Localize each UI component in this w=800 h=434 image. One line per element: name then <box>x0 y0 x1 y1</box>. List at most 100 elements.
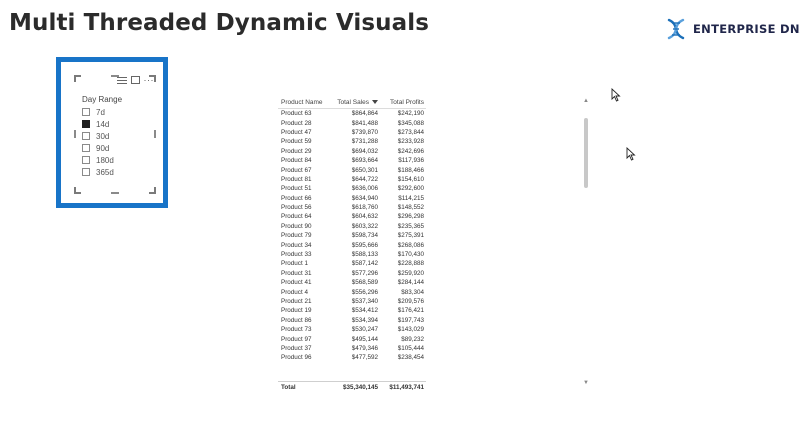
checkbox[interactable] <box>82 108 90 116</box>
total-sales-cell: $495,144 <box>351 335 378 343</box>
product-name-cell: Product 79 <box>281 232 312 240</box>
table-row[interactable]: Product 66 $634,940 $114,215 <box>278 194 426 203</box>
product-name-cell: Product 28 <box>281 119 312 127</box>
scroll-up-icon[interactable]: ▲ <box>583 98 589 104</box>
table-row[interactable]: Product 31 $577,296 $259,920 <box>278 269 426 278</box>
total-sales-cell: $556,296 <box>351 288 378 296</box>
product-name-cell: Product 37 <box>281 344 312 352</box>
more-options-icon[interactable]: ··· <box>144 76 155 85</box>
sales-table-visual[interactable]: Product Name Total Sales Total Profits P… <box>278 96 590 392</box>
total-profits-cell: $345,088 <box>397 119 424 127</box>
slicer-option[interactable]: 90d <box>82 142 114 154</box>
total-sales-cell: $634,940 <box>351 194 378 202</box>
total-profits-cell: $292,600 <box>397 185 424 193</box>
checkbox[interactable] <box>82 168 90 176</box>
total-profits-cell: $259,920 <box>397 269 424 277</box>
resize-handle-top-left[interactable] <box>74 75 81 82</box>
slicer-option[interactable]: 180d <box>82 154 114 166</box>
visual-header: ··· <box>116 76 155 85</box>
checkbox[interactable] <box>82 144 90 152</box>
product-name-cell: Product 90 <box>281 222 312 230</box>
table-row[interactable]: Product 67 $650,301 $188,466 <box>278 165 426 174</box>
table-row[interactable]: Product 19 $534,412 $176,421 <box>278 306 426 315</box>
total-profits-cell: $170,430 <box>397 251 424 259</box>
product-name-cell: Product 64 <box>281 213 312 221</box>
total-sales-cell: $534,394 <box>351 316 378 324</box>
resize-handle-bottom-right[interactable] <box>149 187 156 194</box>
table-row[interactable]: Product 59 $731,288 $233,928 <box>278 137 426 146</box>
dna-helix-icon <box>667 18 685 40</box>
column-header-product-name[interactable]: Product Name <box>278 99 330 106</box>
table-row[interactable]: Product 90 $603,322 $235,365 <box>278 222 426 231</box>
total-sales-cell: $577,296 <box>351 269 378 277</box>
table-row[interactable]: Product 64 $604,632 $296,298 <box>278 212 426 221</box>
table-row[interactable]: Product 33 $588,133 $170,430 <box>278 250 426 259</box>
mouse-pointer-icon <box>611 88 621 102</box>
table-row[interactable]: Product 21 $537,340 $209,576 <box>278 297 426 306</box>
resize-handle-right[interactable] <box>154 130 156 138</box>
table-row[interactable]: Product 73 $530,247 $143,029 <box>278 325 426 334</box>
table-row[interactable]: Product 4 $556,296 $83,304 <box>278 287 426 296</box>
product-name-cell: Product 59 <box>281 138 312 146</box>
slicer-option[interactable]: 30d <box>82 130 114 142</box>
table-row[interactable]: Product 96 $477,592 $238,454 <box>278 353 426 362</box>
table-row[interactable]: Product 1 $587,142 $228,888 <box>278 259 426 268</box>
total-sales-cell: $693,664 <box>351 157 378 165</box>
product-name-cell: Product 97 <box>281 335 312 343</box>
total-profits-cell: $148,552 <box>397 204 424 212</box>
checkbox[interactable] <box>82 156 90 164</box>
scrollbar-thumb[interactable] <box>584 118 588 188</box>
resize-handle-bottom-left[interactable] <box>74 187 81 194</box>
total-profits-cell: $197,743 <box>397 316 424 324</box>
table-row[interactable]: Product 79 $598,734 $275,391 <box>278 231 426 240</box>
focus-mode-icon[interactable] <box>130 76 140 84</box>
total-profits-cell: $143,029 <box>397 326 424 334</box>
product-name-cell: Product 51 <box>281 185 312 193</box>
total-sales-cell: $568,589 <box>351 279 378 287</box>
total-sales-cell: $841,488 <box>351 119 378 127</box>
product-name-cell: Product 34 <box>281 241 312 249</box>
table-row[interactable]: Product 34 $595,666 $268,086 <box>278 240 426 249</box>
table-scrollbar[interactable]: ▲ ▼ <box>583 98 589 386</box>
scroll-down-icon[interactable]: ▼ <box>583 380 589 386</box>
table-row[interactable]: Product 29 $694,032 $242,696 <box>278 147 426 156</box>
table-row[interactable]: Product 41 $568,589 $284,144 <box>278 278 426 287</box>
total-profits-cell: $238,454 <box>397 354 424 362</box>
table-row[interactable]: Product 28 $841,488 $345,088 <box>278 118 426 127</box>
brand-logo: ENTERPRISE DNA <box>664 17 800 41</box>
day-range-slicer[interactable]: ··· Day Range 7d 14d 30d 90d 180d 365d <box>74 75 156 194</box>
total-profits-cell: $268,086 <box>397 241 424 249</box>
resize-handle-bottom[interactable] <box>111 192 119 194</box>
slicer-option[interactable]: 365d <box>82 166 114 178</box>
product-name-cell: Product 4 <box>281 288 308 296</box>
resize-handle-left[interactable] <box>74 130 76 138</box>
total-sales-cell: $537,340 <box>351 298 378 305</box>
table-row[interactable]: Product 37 $479,346 $105,444 <box>278 344 426 353</box>
table-row[interactable]: Product 56 $618,760 $148,552 <box>278 203 426 212</box>
product-name-cell: Product 73 <box>281 326 312 334</box>
slicer-option[interactable]: 14d <box>82 118 114 130</box>
table-row[interactable]: Product 86 $534,394 $197,743 <box>278 316 426 325</box>
total-sales-cell: $739,870 <box>351 128 378 136</box>
total-profits-cell: $284,144 <box>397 279 424 287</box>
table-row[interactable]: Product 51 $636,006 $292,600 <box>278 184 426 193</box>
table-row[interactable]: Product 47 $739,870 $273,844 <box>278 128 426 137</box>
total-profits-cell: $83,304 <box>401 288 424 296</box>
slicer-option[interactable]: 7d <box>82 106 114 118</box>
product-name-cell: Product 56 <box>281 204 312 212</box>
column-header-total-sales[interactable]: Total Sales <box>330 99 378 106</box>
total-sales-cell: $694,032 <box>351 147 378 155</box>
checkbox[interactable] <box>82 132 90 140</box>
table-row[interactable]: Product 97 $495,144 $89,232 <box>278 334 426 343</box>
filter-lines-icon[interactable] <box>116 76 127 84</box>
product-name-cell: Product 29 <box>281 147 312 155</box>
slicer-option-label: 14d <box>96 119 110 129</box>
checkbox[interactable] <box>82 120 90 128</box>
column-header-total-profits[interactable]: Total Profits <box>378 99 424 106</box>
table-row[interactable]: Product 84 $693,664 $117,936 <box>278 156 426 165</box>
table-row[interactable]: Product 81 $644,722 $154,610 <box>278 175 426 184</box>
table-row[interactable]: Product 63 $864,864 $242,190 <box>278 109 426 118</box>
product-name-cell: Product 67 <box>281 166 312 174</box>
product-name-cell: Product 86 <box>281 316 312 324</box>
product-name-cell: Product 84 <box>281 157 312 165</box>
